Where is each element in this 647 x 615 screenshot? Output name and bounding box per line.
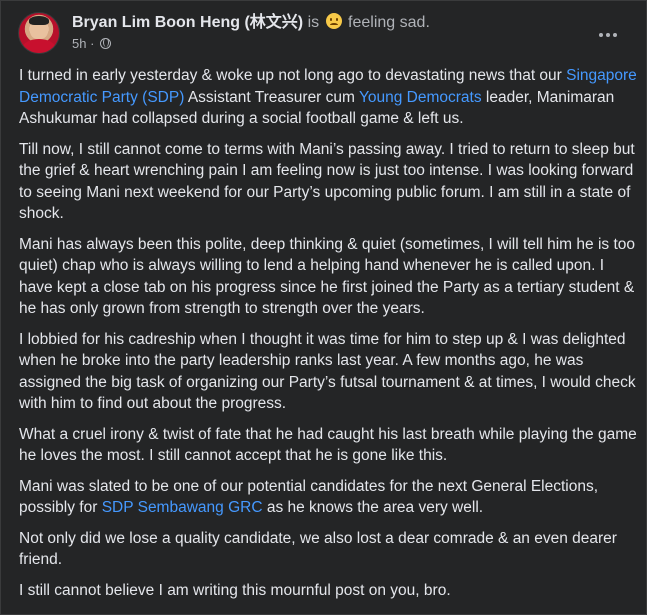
paragraph-3: Mani has always been this polite, deep t…	[19, 235, 635, 318]
paragraph-6: Mani was slated to be one of our potenti…	[19, 476, 639, 519]
paragraph-text: Assistant Treasurer cum	[184, 88, 359, 106]
post-meta: 5h ·	[72, 36, 112, 52]
post-card: Bryan Lim Boon Heng (林文兴) is feeling sad…	[0, 0, 647, 615]
post-text: I turned in early yesterday & woke up no…	[19, 65, 639, 610]
paragraph-1: I turned in early yesterday & woke up no…	[19, 65, 639, 130]
author-line: Bryan Lim Boon Heng (林文兴) is feeling sad…	[72, 13, 430, 33]
avatar-hair	[29, 16, 49, 25]
young-democrats-link[interactable]: Young Democrats	[359, 89, 482, 106]
paragraph-5: What a cruel irony & twist of fate that …	[19, 425, 637, 465]
more-options-button[interactable]	[590, 17, 626, 53]
author-name[interactable]: Bryan Lim Boon Heng (林文兴)	[72, 14, 303, 31]
post-header: Bryan Lim Boon Heng (林文兴) is feeling sad…	[18, 11, 634, 55]
feeling-status[interactable]: feeling sad.	[348, 14, 430, 31]
paragraph-2: Till now, I still cannot come to terms w…	[19, 140, 635, 223]
sdp-sembawang-grc-link[interactable]: SDP Sembawang GRC	[102, 499, 263, 516]
sad-face-emoji-icon	[325, 13, 342, 29]
paragraph-text: as he knows the area very well.	[262, 499, 484, 516]
paragraph-7: Not only did we lose a quality candidate…	[19, 529, 617, 569]
avatar-shirt	[22, 39, 56, 53]
author-avatar[interactable]	[18, 12, 60, 54]
post-timestamp[interactable]: 5h	[72, 36, 86, 51]
paragraph-8: I still cannot believe I am writing this…	[19, 581, 451, 599]
more-horizontal-icon	[599, 33, 603, 37]
globe-icon[interactable]	[100, 38, 112, 49]
meta-separator: ·	[90, 36, 95, 51]
is-text: is	[307, 14, 320, 31]
paragraph-4: I lobbied for his cadreship when I thoug…	[19, 330, 636, 413]
paragraph-text: I turned in early yesterday & woke up no…	[19, 67, 567, 84]
